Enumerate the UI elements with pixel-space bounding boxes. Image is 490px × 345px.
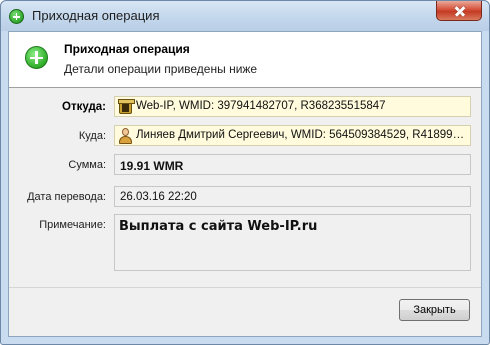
- note-label: Примечание:: [39, 219, 106, 231]
- from-field[interactable]: Web-IP, WMID: 397941482707, R36823551584…: [114, 96, 471, 117]
- header-title: Приходная операция: [64, 42, 190, 56]
- dialog-header: Приходная операция Детали операции приве…: [9, 32, 481, 88]
- from-value: Web-IP, WMID: 397941482707, R36823551584…: [136, 100, 386, 112]
- add-circle-icon: [9, 9, 24, 24]
- window-close-button[interactable]: [436, 1, 482, 21]
- person-icon: [119, 128, 132, 144]
- date-label: Дата перевода:: [27, 191, 106, 203]
- amount-field[interactable]: 19.91 WMR: [114, 154, 471, 175]
- date-value: 26.03.16 22:20: [120, 191, 197, 203]
- amount-value: 19.91 WMR: [120, 159, 184, 173]
- to-field[interactable]: Линяев Дмитрий Сергеевич, WMID: 56450938…: [114, 125, 471, 146]
- close-button[interactable]: Закрыть: [399, 299, 470, 321]
- date-field[interactable]: 26.03.16 22:20: [114, 186, 471, 207]
- note-value: Выплата с сайта Web-IP.ru: [119, 219, 318, 234]
- note-field[interactable]: Выплата с сайта Web-IP.ru: [114, 214, 471, 271]
- to-value: Линяев Дмитрий Сергеевич, WMID: 56450938…: [136, 129, 466, 141]
- to-label: Куда:: [78, 130, 106, 142]
- incoming-operation-icon: [25, 46, 48, 69]
- dialog-body: Приходная операция Детали операции приве…: [8, 31, 482, 337]
- title-bar[interactable]: Приходная операция: [1, 1, 489, 31]
- dialog-window: Приходная операция Приходная операция Де…: [0, 0, 490, 345]
- header-subtitle: Детали операции приведены ниже: [64, 62, 258, 76]
- wallet-icon: [118, 99, 135, 114]
- from-label: Откуда:: [62, 101, 106, 113]
- window-title: Приходная операция: [32, 8, 160, 23]
- amount-label: Сумма:: [68, 159, 106, 171]
